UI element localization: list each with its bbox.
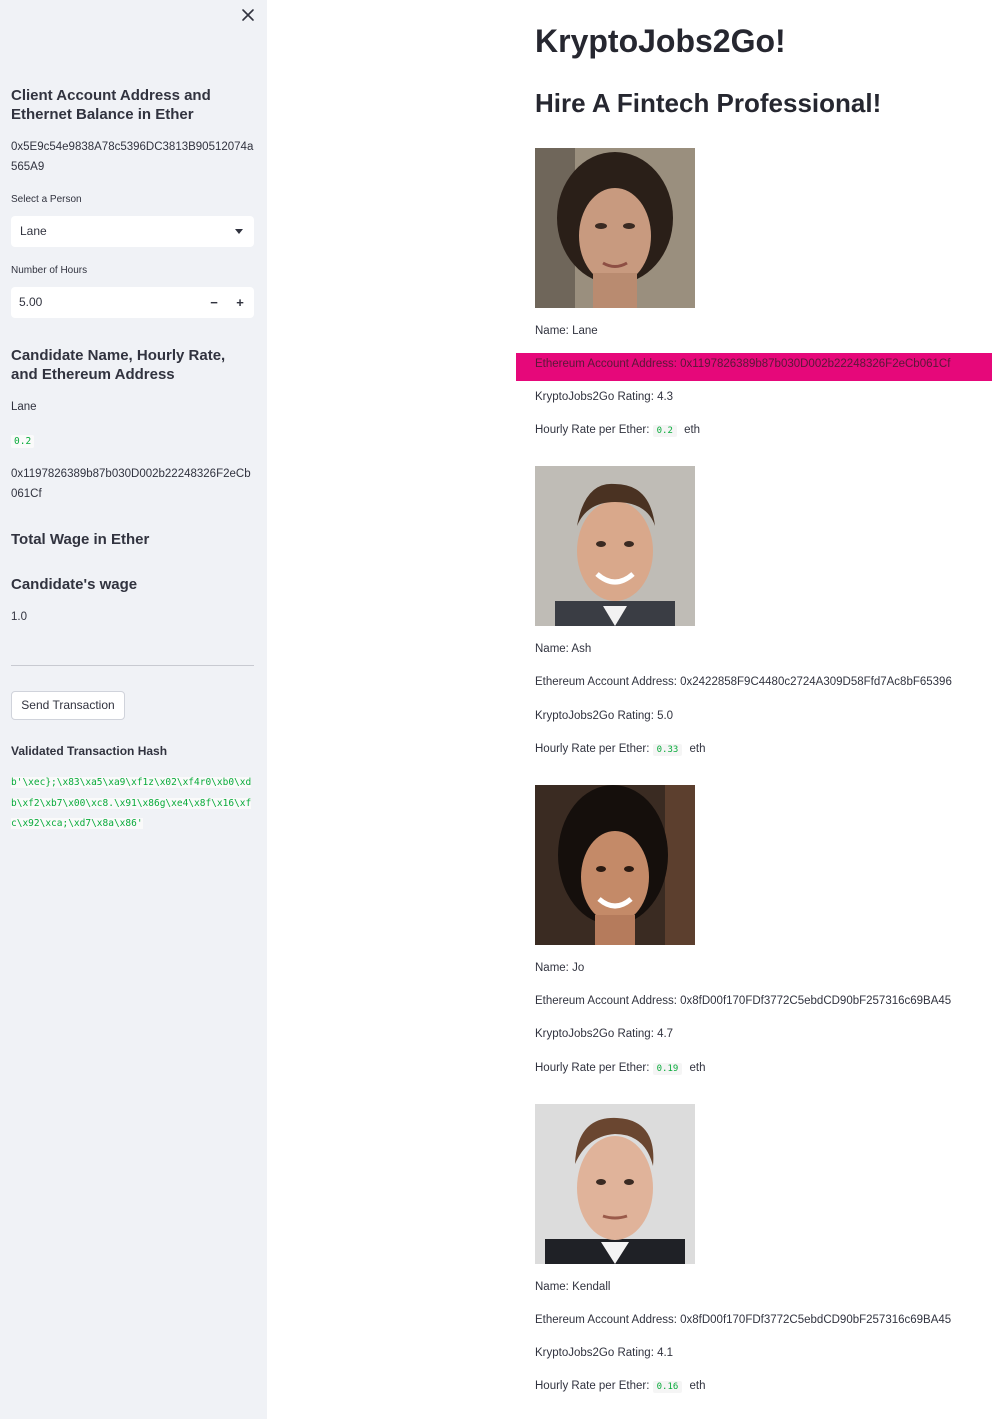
- candidate-name: Name: Kendall: [535, 1281, 611, 1293]
- wage-header: Candidate's wage: [11, 576, 138, 593]
- candidate-address: Ethereum Account Address: 0x1197826389b8…: [535, 358, 951, 370]
- rate-value: 0.19: [652, 1063, 683, 1075]
- sidebar: Client Account Address and Ethernet Bala…: [0, 0, 267, 1419]
- candidate-name: Lane: [11, 401, 37, 413]
- person-select[interactable]: Lane: [11, 216, 254, 247]
- candidate-rate: Hourly Rate per Ether: 0.2 eth: [535, 424, 701, 437]
- wage-value: 1.0: [11, 611, 27, 623]
- candidate-photo-kendall: [535, 1104, 695, 1264]
- rate-unit: eth: [689, 1380, 706, 1392]
- rate-unit: eth: [689, 743, 706, 755]
- account-address: 0x5E9c54e9838A78c5396DC3813B90512074a565…: [11, 141, 254, 173]
- rate-value: 0.16: [652, 1381, 683, 1393]
- rate-label: Hourly Rate per Ether:: [535, 1062, 650, 1074]
- candidate-rating: KryptoJobs2Go Rating: 4.3: [535, 391, 674, 403]
- candidate-name: Name: Jo: [535, 962, 585, 974]
- total-wage-header: Total Wage in Ether: [11, 531, 150, 548]
- minus-icon[interactable]: −: [201, 287, 227, 318]
- rate-unit: eth: [689, 1062, 706, 1074]
- page-title: KryptoJobs2Go!: [535, 23, 786, 59]
- candidate-rate-code: 0.2: [11, 435, 35, 448]
- transaction-hash-code: b'\xec};\x83\xa5\xa9\xf1z\x02\xf4r0\xb0\…: [11, 777, 252, 829]
- transaction-hash: b'\xec};\x83\xa5\xa9\xf1z\x02\xf4r0\xb0\…: [11, 773, 256, 835]
- candidate-address: Ethereum Account Address: 0x2422858F9C44…: [535, 676, 952, 688]
- close-icon[interactable]: [240, 7, 256, 23]
- hash-header: Validated Transaction Hash: [11, 744, 168, 758]
- hours-value[interactable]: 5.00: [19, 295, 42, 309]
- divider: [11, 665, 254, 666]
- candidate-name: Name: Ash: [535, 643, 592, 655]
- candidate-rate: Hourly Rate per Ether: 0.16 eth: [535, 1380, 706, 1393]
- candidate-header: Candidate Name, Hourly Rate, and Ethereu…: [11, 347, 226, 383]
- plus-icon[interactable]: +: [227, 287, 253, 318]
- send-transaction-button[interactable]: Send Transaction: [11, 691, 125, 720]
- candidate-name: Name: Lane: [535, 325, 598, 337]
- candidate-rating: KryptoJobs2Go Rating: 5.0: [535, 710, 674, 722]
- rate-label: Hourly Rate per Ether:: [535, 424, 650, 436]
- candidate-photo-jo: [535, 785, 695, 945]
- rate-value: 0.33: [652, 744, 683, 756]
- candidate-photo-ash: [535, 466, 695, 626]
- candidate-address: 0x1197826389b87b030D002b22248326F2eCb061…: [11, 468, 251, 500]
- page-subtitle: Hire A Fintech Professional!: [535, 88, 882, 118]
- candidate-rating: KryptoJobs2Go Rating: 4.1: [535, 1347, 674, 1359]
- candidate-photo-lane: [535, 148, 695, 308]
- candidate-rating: KryptoJobs2Go Rating: 4.7: [535, 1028, 674, 1040]
- chevron-down-icon: [235, 229, 243, 234]
- candidate-address: Ethereum Account Address: 0x8fD00f170FDf…: [535, 995, 952, 1007]
- rate-value: 0.2: [652, 425, 677, 437]
- select-person-label: Select a Person: [11, 194, 82, 205]
- rate-label: Hourly Rate per Ether:: [535, 1380, 650, 1392]
- candidate-rate: Hourly Rate per Ether: 0.33 eth: [535, 743, 706, 756]
- person-select-value: Lane: [20, 224, 47, 238]
- candidate-rate: 0.2: [11, 431, 256, 452]
- hours-label: Number of Hours: [11, 265, 88, 276]
- candidate-address: Ethereum Account Address: 0x8fD00f170FDf…: [535, 1314, 952, 1326]
- rate-label: Hourly Rate per Ether:: [535, 743, 650, 755]
- rate-unit: eth: [684, 424, 701, 436]
- account-header: Client Account Address and Ethernet Bala…: [11, 87, 211, 123]
- candidate-rate: Hourly Rate per Ether: 0.19 eth: [535, 1062, 706, 1075]
- hours-input[interactable]: 5.00 − +: [11, 287, 254, 318]
